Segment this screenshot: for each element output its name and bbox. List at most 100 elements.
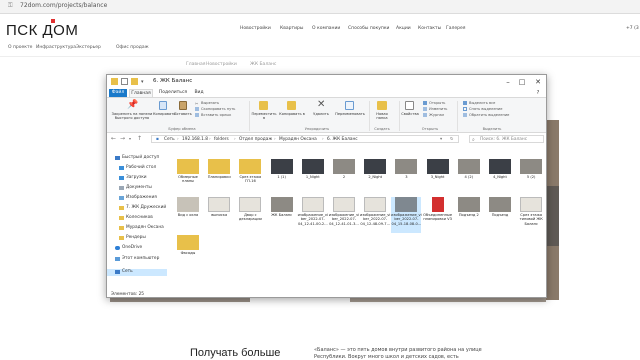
- refresh-icon[interactable]: ↻: [450, 137, 454, 142]
- edit-button[interactable]: Изменить: [429, 107, 447, 111]
- chevron-down-icon[interactable]: ▾: [440, 137, 442, 142]
- file-item[interactable]: Объединенные планировки V3: [423, 197, 453, 233]
- nav-quick-access[interactable]: Быстрый доступ: [122, 155, 159, 160]
- nav-this-pc[interactable]: Этот компьютер: [122, 256, 159, 261]
- breadcrumb-home[interactable]: Главная: [186, 62, 205, 67]
- tab-home[interactable]: Главная: [129, 89, 153, 97]
- file-item[interactable]: изображение_viber_2022-07-04_15-18-08-0.…: [391, 197, 422, 233]
- file-item[interactable]: 4 (2): [454, 159, 484, 195]
- subnav-sales-office[interactable]: Офис продаж: [116, 45, 149, 50]
- rename-button[interactable]: Переименовать: [333, 112, 367, 116]
- topnav-gallery[interactable]: Галерея: [446, 26, 465, 31]
- topnav-about[interactable]: О компании: [312, 26, 340, 31]
- recent-locations-icon[interactable]: ▾: [129, 136, 131, 141]
- path-segment[interactable]: Сеть: [164, 137, 175, 142]
- forward-arrow-icon[interactable]: →: [120, 135, 125, 142]
- nav-documents[interactable]: Документы: [126, 185, 152, 190]
- site-logo[interactable]: ПСК ДОМ: [6, 22, 78, 39]
- nav-folder-renders[interactable]: Рендеры: [126, 235, 146, 240]
- topnav-new-buildings[interactable]: Новостройки: [240, 26, 271, 31]
- file-item[interactable]: 1 (1): [267, 159, 297, 195]
- properties-button[interactable]: Свойства: [401, 112, 419, 116]
- file-explorer-window[interactable]: ▾ 6. ЖК Баланс – □ ✕ Файл Главная Подели…: [106, 74, 547, 298]
- help-icon[interactable]: ?: [533, 89, 543, 97]
- copy-button[interactable]: Копировать: [153, 112, 175, 116]
- file-item[interactable]: 4_Night: [485, 159, 515, 195]
- file-item[interactable]: изображение_viber_2022-07-04_12-41-00-2.…: [298, 197, 328, 233]
- file-item[interactable]: ЖК Баланс: [267, 197, 297, 233]
- file-item[interactable]: изображение_viber_2022-07-04_12-48-09-7.…: [360, 197, 390, 233]
- file-item[interactable]: 3: [391, 159, 421, 195]
- file-item[interactable]: Обмерные планы: [173, 159, 203, 195]
- file-item[interactable]: 3_Night: [423, 159, 453, 195]
- nav-onedrive[interactable]: OneDrive: [122, 245, 142, 250]
- subnav-infrastructure[interactable]: Инфраструктура: [36, 45, 76, 50]
- window-titlebar[interactable]: ▾ 6. ЖК Баланс – □ ✕: [107, 75, 546, 89]
- search-input[interactable]: Поиск: 6. ЖК Баланс: [480, 137, 527, 142]
- file-item[interactable]: 1_Night: [298, 159, 328, 195]
- file-item[interactable]: Двор с декларации: [235, 197, 265, 233]
- history-button[interactable]: Журнал: [429, 113, 444, 117]
- file-item[interactable]: Фасады: [173, 235, 203, 271]
- chevron-down-icon[interactable]: ▾: [141, 80, 147, 85]
- maximize-button[interactable]: □: [515, 77, 529, 87]
- delete-button[interactable]: Удалить: [311, 112, 331, 116]
- search-box[interactable]: ⌕ Поиск: 6. ЖК Баланс: [469, 135, 544, 143]
- file-item[interactable]: Вид с окна: [173, 197, 203, 233]
- select-all-button[interactable]: Выделить все: [469, 101, 495, 105]
- new-folder-icon[interactable]: [131, 78, 138, 85]
- subnav-exterior[interactable]: Экстерьер: [76, 45, 101, 50]
- browser-address-bar[interactable]: ⚿ 72dom.com/projects/balance: [0, 0, 640, 14]
- nav-downloads[interactable]: Загрузки: [126, 175, 147, 180]
- file-item[interactable]: изображение_viber_2022-07-04_12-41-01-3.…: [329, 197, 359, 233]
- subnav-about-project[interactable]: О проекте: [8, 45, 32, 50]
- file-item[interactable]: Подъезд 2: [454, 197, 484, 233]
- select-none-button[interactable]: Снять выделение: [469, 107, 502, 111]
- file-item[interactable]: 2: [329, 159, 359, 195]
- nav-images[interactable]: Изображения: [126, 195, 157, 200]
- path-segment[interactable]: 192.168.1.8: [182, 137, 208, 142]
- path-segment[interactable]: folders: [214, 137, 229, 142]
- open-button[interactable]: Открыть: [429, 101, 445, 105]
- up-arrow-icon[interactable]: ↑: [137, 135, 142, 142]
- tab-view[interactable]: Вид: [191, 89, 207, 97]
- tab-share[interactable]: Поделиться: [157, 89, 189, 97]
- topnav-apartments[interactable]: Квартиры: [280, 26, 303, 31]
- close-button[interactable]: ✕: [531, 77, 545, 87]
- topnav-contacts[interactable]: Контакты: [418, 26, 441, 31]
- invert-selection-button[interactable]: Обратить выделение: [469, 113, 509, 117]
- new-folder-button[interactable]: Новая папка: [371, 112, 393, 120]
- path-segment[interactable]: Отдел продаж: [239, 137, 272, 142]
- cut-button[interactable]: Вырезать: [201, 101, 219, 105]
- topnav-purchase[interactable]: Способы покупки: [348, 26, 389, 31]
- topnav-promos[interactable]: Акции: [396, 26, 411, 31]
- address-breadcrumb[interactable]: ▪ Сеть › 192.168.1.8 › folders › Отдел п…: [151, 135, 459, 143]
- file-item[interactable]: 2_Night: [360, 159, 390, 195]
- file-item[interactable]: Срез этажа типовой ЖК Баланс: [516, 197, 546, 233]
- paste-shortcut-button[interactable]: Вставить ярлык: [201, 113, 231, 117]
- pin-quick-access-button[interactable]: Закрепить на панели быстрого доступа: [109, 112, 155, 120]
- nav-network[interactable]: Сеть: [122, 269, 133, 274]
- nav-folder-muradyan[interactable]: Мурадян Оксана: [126, 225, 164, 230]
- file-item[interactable]: выписка: [204, 197, 234, 233]
- file-item[interactable]: Планировки: [204, 159, 234, 195]
- paste-button[interactable]: Вставить: [173, 112, 193, 116]
- properties-icon[interactable]: [121, 78, 128, 85]
- nav-folder-druzhba[interactable]: 7. ЖК Дружеский: [126, 205, 166, 210]
- minimize-button[interactable]: –: [501, 77, 515, 87]
- path-segment[interactable]: Мурадян Оксана: [279, 137, 317, 142]
- file-item[interactable]: Срез этажа ГП-16: [235, 159, 265, 195]
- path-segment[interactable]: 6. ЖК Баланс: [327, 137, 358, 142]
- file-item[interactable]: 5 (2): [516, 159, 546, 195]
- nav-desktop[interactable]: Рабочий стол: [126, 165, 156, 170]
- file-item[interactable]: Подъезд: [485, 197, 515, 233]
- copy-path-button[interactable]: Скопировать путь: [201, 107, 235, 111]
- tab-file[interactable]: Файл: [109, 89, 127, 97]
- copy-to-button[interactable]: Копировать в: [279, 112, 305, 116]
- header-phone[interactable]: +7 (3: [626, 26, 639, 31]
- move-to-button[interactable]: Переместить в: [251, 112, 277, 120]
- breadcrumb-new-buildings[interactable]: Новостройки: [206, 62, 237, 67]
- back-arrow-icon[interactable]: ←: [111, 135, 116, 142]
- nav-folder-kolesnikov[interactable]: Колесников: [126, 215, 153, 220]
- url-text[interactable]: 72dom.com/projects/balance: [20, 2, 107, 9]
